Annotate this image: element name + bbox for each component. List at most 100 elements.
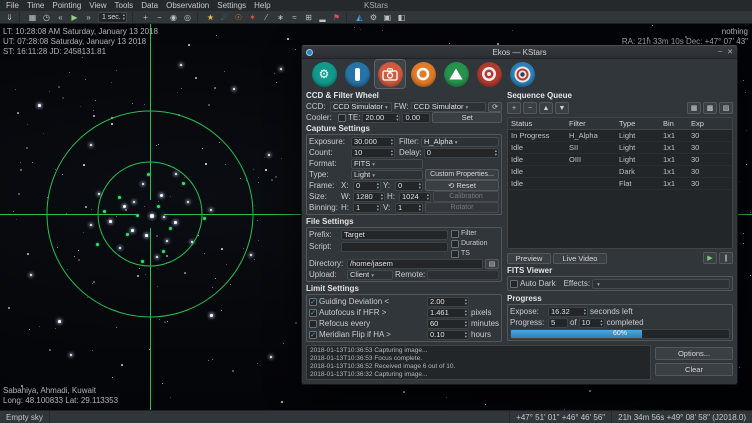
indi-control-panel-icon[interactable]: ⚙ — [367, 11, 380, 23]
save-sequence-icon[interactable]: ▩ — [703, 102, 717, 114]
find-object-icon[interactable]: ◉ — [167, 11, 180, 23]
spin-arrows-icon[interactable] — [419, 182, 421, 190]
frame-x-input[interactable]: 0 — [353, 181, 381, 191]
constellation-lines-toggle-icon[interactable]: ⁄ — [260, 11, 273, 23]
delay-input[interactable]: 0 — [424, 148, 499, 158]
script-input[interactable] — [341, 242, 448, 252]
rewind-icon[interactable]: « — [54, 11, 67, 23]
forward-icon[interactable]: » — [82, 11, 95, 23]
sequence-row[interactable]: IdleSIILight1x130 — [508, 142, 732, 154]
bin-v-input[interactable]: 1 — [395, 203, 423, 213]
preview-button[interactable]: Preview — [507, 253, 551, 264]
menu-item-observation[interactable]: Observation — [162, 1, 213, 10]
fits-viewer-icon[interactable]: ▣ — [381, 11, 394, 23]
autofocus-hfr-input[interactable]: 1.461 — [427, 308, 469, 318]
constellation-names-toggle-icon[interactable]: ∗ — [274, 11, 287, 23]
prefix-filter-checkbox[interactable] — [451, 230, 459, 238]
ccd-select[interactable]: CCD Simulator — [330, 102, 392, 112]
sky-map[interactable]: LT: 10:28:08 AM Saturday, January 13 201… — [0, 24, 752, 410]
remove-job-icon[interactable]: − — [523, 102, 537, 114]
horizon-toggle-icon[interactable]: ▂ — [316, 11, 329, 23]
indi-tab[interactable] — [342, 60, 372, 88]
calendar-icon[interactable]: ▦ — [26, 11, 39, 23]
spin-arrows-icon[interactable] — [391, 138, 393, 146]
sequence-row[interactable]: In ProgressH_AlphaLight1x130 — [508, 130, 732, 142]
deepsky-toggle-icon[interactable]: ☄ — [218, 11, 231, 23]
frame-y-input[interactable]: 0 — [395, 181, 423, 191]
spin-arrows-icon[interactable] — [123, 13, 125, 21]
calibration-button[interactable]: Calibration — [433, 191, 499, 202]
milkyway-toggle-icon[interactable]: ≈ — [288, 11, 301, 23]
format-select[interactable]: FITS — [351, 159, 423, 169]
sequence-row[interactable]: IdleFlat1x130 — [508, 178, 732, 190]
autofocus-hfr-checkbox[interactable] — [309, 309, 317, 317]
total-count-input[interactable]: 10 — [579, 318, 605, 328]
ekos-titlebar[interactable]: Ekos — KStars – ✕ — [302, 46, 737, 59]
column-bin[interactable]: Bin — [660, 119, 688, 128]
spin-arrows-icon[interactable] — [396, 114, 398, 122]
spin-arrows-icon[interactable] — [377, 182, 379, 190]
focus-tab[interactable] — [408, 60, 438, 88]
spin-arrows-icon[interactable] — [427, 193, 429, 201]
column-exp[interactable]: Exp — [688, 119, 732, 128]
menu-item-help[interactable]: Help — [250, 1, 274, 10]
prefix-input[interactable]: Target — [341, 230, 448, 240]
equatorial-grid-toggle-icon[interactable]: ⊞ — [302, 11, 315, 23]
menu-item-time[interactable]: Time — [23, 1, 48, 10]
stars-toggle-icon[interactable]: ★ — [204, 11, 217, 23]
refresh-devices-icon[interactable]: ⟳ — [488, 102, 502, 112]
auto-dark-checkbox[interactable] — [510, 280, 518, 288]
temperature-input[interactable]: 20.00 — [362, 113, 400, 123]
start-sequence-icon[interactable]: ▶ — [703, 252, 717, 264]
meridian-flip-checkbox[interactable] — [309, 331, 317, 339]
menu-item-file[interactable]: File — [2, 1, 23, 10]
planets-toggle-icon[interactable]: ☉ — [232, 11, 245, 23]
exposure-input[interactable]: 30.000 — [351, 137, 395, 147]
ekos-icon[interactable]: ◭ — [353, 11, 366, 23]
menu-item-view[interactable]: View — [85, 1, 110, 10]
minimize-icon[interactable]: – — [718, 48, 722, 56]
menu-item-settings[interactable]: Settings — [213, 1, 250, 10]
spin-arrows-icon[interactable] — [391, 149, 393, 157]
spin-arrows-icon[interactable] — [465, 298, 467, 306]
guide-tab[interactable] — [507, 60, 537, 88]
size-w-input[interactable]: 1280 — [353, 192, 385, 202]
clock-icon[interactable]: ◷ — [40, 11, 53, 23]
menu-item-pointing[interactable]: Pointing — [48, 1, 85, 10]
column-filter[interactable]: Filter — [566, 119, 616, 128]
spin-arrows-icon[interactable] — [495, 149, 497, 157]
cooler-checkbox[interactable] — [338, 114, 346, 122]
live-video-button[interactable]: Live Video — [553, 253, 607, 264]
column-type[interactable]: Type — [616, 119, 660, 128]
refocus-checkbox[interactable] — [309, 320, 317, 328]
menu-item-data[interactable]: Data — [137, 1, 162, 10]
mount-tab[interactable] — [441, 60, 471, 88]
size-h-input[interactable]: 1024 — [399, 192, 431, 202]
guide-deviation-input[interactable]: 2.00 — [427, 297, 469, 307]
directory-input[interactable]: /home/jasem — [347, 259, 483, 269]
upload-mode-select[interactable]: Client — [347, 270, 393, 280]
spin-arrows-icon[interactable] — [600, 319, 602, 327]
filter-wheel-select[interactable]: CCD Simulator — [411, 102, 486, 112]
spin-arrows-icon[interactable] — [419, 204, 421, 212]
move-down-icon[interactable]: ▼ — [555, 102, 569, 114]
align-tab[interactable] — [474, 60, 504, 88]
set-temperature-button[interactable]: Set — [432, 112, 502, 123]
open-sequence-icon[interactable]: ▦ — [687, 102, 701, 114]
default-zoom-icon[interactable]: ◎ — [181, 11, 194, 23]
setup-tab[interactable]: ⚙ — [309, 60, 339, 88]
save-sequence-as-icon[interactable]: ▨ — [719, 102, 733, 114]
pause-sequence-icon[interactable]: ∥ — [719, 252, 733, 264]
flags-toggle-icon[interactable]: ⚑ — [330, 11, 343, 23]
add-job-icon[interactable]: + — [507, 102, 521, 114]
capture-tab[interactable] — [375, 60, 405, 88]
sky-colors-icon[interactable]: ◧ — [395, 11, 408, 23]
count-input[interactable]: 10 — [351, 148, 395, 158]
log-view[interactable]: 2018-01-13T10:36:53 Capturing image...20… — [306, 345, 651, 380]
sequence-row[interactable]: IdleDark1x130 — [508, 166, 732, 178]
clear-log-button[interactable]: Clear — [655, 363, 733, 376]
rotator-button[interactable]: Rotator — [425, 202, 499, 213]
column-status[interactable]: Status — [508, 119, 566, 128]
sequence-row[interactable]: IdleOIIILight1x130 — [508, 154, 732, 166]
move-up-icon[interactable]: ▲ — [539, 102, 553, 114]
